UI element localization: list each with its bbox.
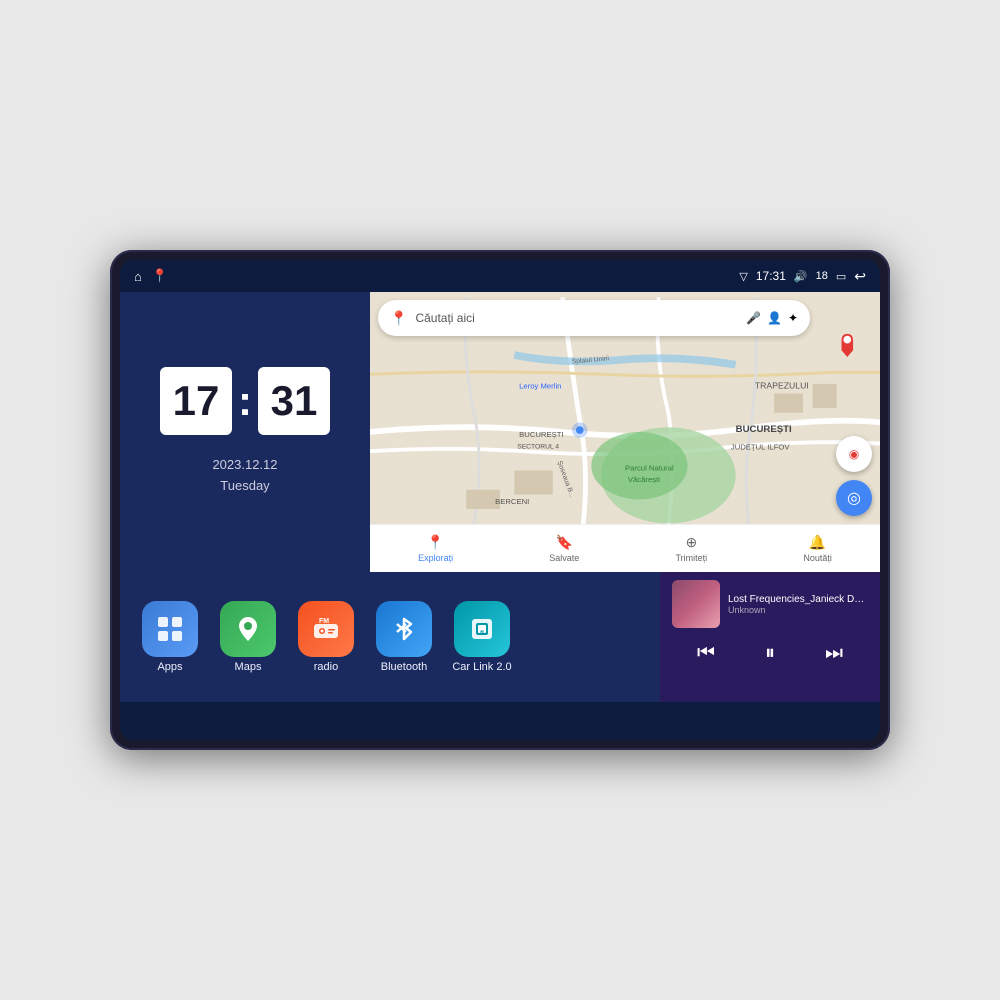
main-content: 17 : 31 2023.12.12 Tuesday [120, 292, 880, 740]
map-nav-saved[interactable]: 🔖 Salvate [549, 534, 579, 563]
app-item-maps[interactable]: Maps [214, 601, 282, 673]
music-info: Lost Frequencies_Janieck Devy-... Unknow… [672, 580, 868, 628]
news-icon: 🔔 [809, 534, 826, 551]
music-title: Lost Frequencies_Janieck Devy-... [728, 594, 868, 605]
maps-pin-icon [233, 614, 263, 644]
locate-icon: ◎ [847, 488, 861, 508]
music-artist: Unknown [728, 605, 868, 615]
send-icon: ⊕ [685, 534, 697, 551]
back-icon[interactable]: ↩ [854, 268, 866, 285]
status-bar: ⌂ 📍 ▽ 17:31 🔊 18 ▭ ↩ [120, 260, 880, 292]
clock-date: 2023.12.12 Tuesday [212, 455, 277, 497]
device-screen: ⌂ 📍 ▽ 17:31 🔊 18 ▭ ↩ 17 : [120, 260, 880, 740]
svg-text:Văcărești: Văcărești [628, 475, 660, 484]
explore-label: Explorați [418, 553, 453, 563]
status-bar-left: ⌂ 📍 [134, 268, 168, 284]
clock-hours: 17 [160, 367, 232, 435]
saved-label: Salvate [549, 553, 579, 563]
music-text: Lost Frequencies_Janieck Devy-... Unknow… [728, 594, 868, 615]
apps-label: Apps [157, 661, 182, 673]
map-search-bar[interactable]: 📍 Căutați aici 🎤 👤 ✦ [378, 300, 810, 336]
signal-icon: ▽ [739, 270, 747, 283]
status-time: 17:31 [756, 269, 786, 283]
music-controls: ⏮ ⏸ ⏭ [672, 638, 868, 669]
map-search-input[interactable]: Căutați aici [415, 311, 738, 325]
explore-icon: 📍 [427, 534, 444, 551]
svg-text:SECTORUL 4: SECTORUL 4 [517, 443, 559, 450]
carlink-label: Car Link 2.0 [452, 661, 511, 673]
news-label: Noutăți [803, 553, 832, 563]
music-next-button[interactable]: ⏭ [815, 638, 853, 669]
status-bar-right: ▽ 17:31 🔊 18 ▭ ↩ [739, 268, 866, 285]
compass-icon: ◉ [849, 447, 859, 461]
music-play-pause-button[interactable]: ⏸ [755, 638, 785, 669]
app-item-radio[interactable]: FM radio [292, 601, 360, 673]
maps-icon [220, 601, 276, 657]
apps-grid-icon [155, 614, 185, 644]
apps-icon [142, 601, 198, 657]
carlink-svg-icon [467, 614, 497, 644]
svg-text:BUCUREȘTI: BUCUREȘTI [519, 430, 563, 439]
bottom-section: Apps Maps [120, 572, 880, 702]
map-nav-explore[interactable]: 📍 Explorați [418, 534, 453, 563]
music-panel: Lost Frequencies_Janieck Devy-... Unknow… [660, 572, 880, 702]
map-compass-button[interactable]: ◉ [836, 436, 872, 472]
saved-icon: 🔖 [556, 534, 573, 551]
svg-text:BERCENI: BERCENI [495, 497, 529, 506]
svg-text:JUDEȚUL ILFOV: JUDEȚUL ILFOV [731, 442, 791, 451]
bluetooth-svg-icon [389, 614, 419, 644]
map-search-pin-icon: 📍 [390, 310, 407, 327]
svg-text:FM: FM [319, 618, 329, 625]
app-item-bluetooth[interactable]: Bluetooth [370, 601, 438, 673]
battery-icon: ▭ [836, 270, 846, 283]
map-search-actions: 🎤 👤 ✦ [746, 311, 798, 325]
user-avatar-icon[interactable]: 👤 [767, 311, 782, 325]
music-prev-button[interactable]: ⏮ [687, 638, 725, 669]
clock-colon: : [238, 377, 252, 425]
send-label: Trimiteți [676, 553, 708, 563]
radio-icon: FM [298, 601, 354, 657]
map-nav-send[interactable]: ⊕ Trimiteți [676, 534, 708, 563]
carlink-icon [454, 601, 510, 657]
apps-row: Apps Maps [120, 572, 660, 702]
svg-text:Parcul Natural: Parcul Natural [625, 463, 674, 472]
map-bottom-nav: 📍 Explorați 🔖 Salvate ⊕ Trimiteți 🔔 [370, 524, 880, 572]
maps-shortcut-icon[interactable]: 📍 [152, 268, 168, 284]
map-locate-button[interactable]: ◎ [836, 480, 872, 516]
clock-display: 17 : 31 [160, 367, 330, 435]
map-nav-news[interactable]: 🔔 Noutăți [803, 534, 832, 563]
voice-search-icon[interactable]: 🎤 [746, 311, 761, 325]
bluetooth-icon [376, 601, 432, 657]
map-panel[interactable]: TRAPEZULUI BUCUREȘTI JUDEȚUL ILFOV BERCE… [370, 292, 880, 572]
clock-panel: 17 : 31 2023.12.12 Tuesday [120, 292, 370, 572]
bluetooth-label: Bluetooth [381, 661, 427, 673]
radio-svg-icon: FM [311, 614, 341, 644]
clock-minutes: 31 [258, 367, 330, 435]
album-art-image [672, 580, 720, 628]
app-item-carlink[interactable]: Car Link 2.0 [448, 601, 516, 673]
music-album-art [672, 580, 720, 628]
more-options-icon[interactable]: ✦ [788, 311, 798, 325]
radio-label: radio [314, 661, 338, 673]
top-section: 17 : 31 2023.12.12 Tuesday [120, 292, 880, 572]
maps-label: Maps [235, 661, 262, 673]
home-icon[interactable]: ⌂ [134, 269, 142, 284]
battery-level: 18 [816, 270, 828, 282]
svg-text:Leroy Merlin: Leroy Merlin [519, 382, 561, 391]
app-item-apps[interactable]: Apps [136, 601, 204, 673]
svg-text:BUCUREȘTI: BUCUREȘTI [736, 424, 792, 435]
car-display-device: ⌂ 📍 ▽ 17:31 🔊 18 ▭ ↩ 17 : [110, 250, 890, 750]
svg-text:TRAPEZULUI: TRAPEZULUI [755, 381, 809, 391]
volume-icon: 🔊 [794, 270, 808, 283]
